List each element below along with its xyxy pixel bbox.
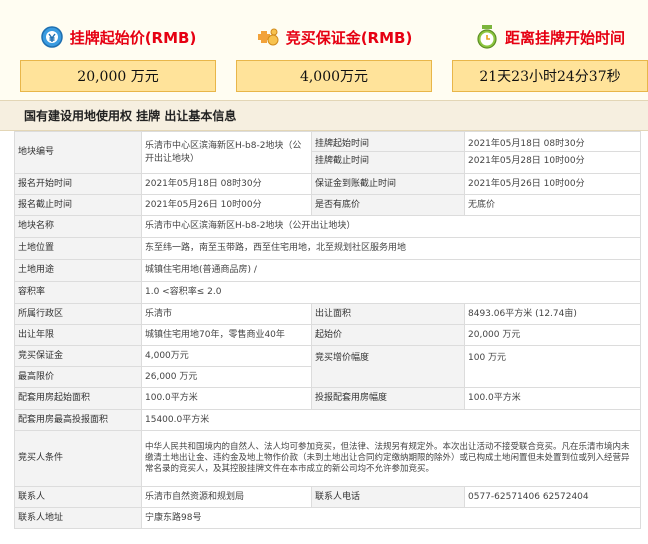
bid-deposit-key: 竞买保证金 xyxy=(14,345,142,367)
max-price-value: 26,000 万元 xyxy=(141,366,312,388)
land-name-key: 地块名称 xyxy=(14,215,142,238)
summary-panel: 挂牌起始价(RMB) 20,000 万元 竞买保证金(RMB) 4,000万元 xyxy=(0,0,648,100)
start-price-value: 20,000 万元 xyxy=(20,60,216,92)
section-title: 国有建设用地使用权 挂牌 出让基本信息 xyxy=(0,100,648,131)
far-value: 1.0 <容积率≤ 2.0 xyxy=(141,281,641,304)
table-row: 报名截止时间 2021年05月26日 10时00分 是否有底价 无底价 xyxy=(14,194,641,216)
table-row: 地块编号 乐清市中心区滨海新区H-b8-2地块（公开出让地块） 挂牌起始时间 挂… xyxy=(14,131,641,174)
deposit-header: 竞买保证金(RMB) xyxy=(236,24,432,50)
countdown-label: 距离挂牌开始时间 xyxy=(504,28,625,47)
start-price-label: 挂牌起始价(RMB) xyxy=(69,28,197,47)
location-key: 土地位置 xyxy=(14,237,142,260)
bidder-key: 竞买人条件 xyxy=(14,430,142,487)
address-value: 宁康东路98号 xyxy=(141,507,641,529)
deposit-label: 竞买保证金(RMB) xyxy=(285,28,413,47)
apply-end-key: 报名截止时间 xyxy=(14,194,142,216)
housing-start-key: 配套用房起始面积 xyxy=(14,387,142,410)
increment-key: 竞买增价幅度 xyxy=(311,345,465,388)
table-row: 竞买人条件 中华人民共和国境内的自然人、法人均可参加竞买，但法律、法规另有规定外… xyxy=(14,430,641,487)
district-value: 乐清市 xyxy=(141,303,312,325)
table-row: 联系人 乐清市自然资源和规划局 联系人电话 0577-62571406 6257… xyxy=(14,486,641,508)
max-price-key: 最高限价 xyxy=(14,366,142,388)
land-info-table: 地块编号 乐清市中心区滨海新区H-b8-2地块（公开出让地块） 挂牌起始时间 挂… xyxy=(14,131,641,529)
district-key: 所属行政区 xyxy=(14,303,142,325)
list-end-value: 2021年05月28日 10时00分 xyxy=(465,150,640,168)
usage-key: 土地用途 xyxy=(14,259,142,282)
housing-start-value: 100.0平方米 xyxy=(141,387,312,410)
location-value: 东至纬一路，南至玉带路，西至住宅用地，北至规划社区服务用地 xyxy=(141,237,641,260)
table-row: 出让年限 城镇住宅用地70年，零售商业40年 起始价 20,000 万元 xyxy=(14,324,641,346)
deposit-metric: 竞买保证金(RMB) 4,000万元 xyxy=(236,0,432,100)
table-row: 容积率 1.0 <容积率≤ 2.0 xyxy=(14,281,641,304)
list-start-value: 2021年05月18日 08时30分 xyxy=(468,138,585,149)
apply-start-key: 报名开始时间 xyxy=(14,173,142,195)
apply-end-value: 2021年05月26日 10时00分 xyxy=(141,194,312,216)
deposit-deadline-key: 保证金到账截止时间 xyxy=(311,173,465,195)
deposit-deadline-value: 2021年05月26日 10时00分 xyxy=(464,173,641,195)
area-value: 8493.06平方米 (12.74亩) xyxy=(464,303,641,325)
table-row: 联系人地址 宁康东路98号 xyxy=(14,507,641,529)
countdown-metric: 距离挂牌开始时间 21天23小时24分37秒 xyxy=(452,0,648,100)
increment-value: 100 万元 xyxy=(464,345,641,388)
table-row: 配套用房最高投报面积 15400.0平方米 xyxy=(14,409,641,431)
countdown-header: 距离挂牌开始时间 xyxy=(452,24,648,50)
table-row: 报名开始时间 2021年05月18日 08时30分 保证金到账截止时间 2021… xyxy=(14,173,641,195)
apply-start-value: 2021年05月18日 08时30分 xyxy=(141,173,312,195)
start-price-metric: 挂牌起始价(RMB) 20,000 万元 xyxy=(20,0,216,100)
table-row: 配套用房起始面积 100.0平方米 投报配套用房幅度 100.0平方米 xyxy=(14,387,641,410)
table-row: 所属行政区 乐清市 出让面积 8493.06平方米 (12.74亩) xyxy=(14,303,641,325)
list-start-key: 挂牌起始时间 xyxy=(315,138,370,149)
reserve-value: 无底价 xyxy=(464,194,641,216)
start-price-key: 起始价 xyxy=(311,324,465,346)
land-name-value: 乐清市中心区滨海新区H-b8-2地块（公开出让地块） xyxy=(141,215,641,238)
bid-deposit-value: 4,000万元 xyxy=(141,345,312,367)
housing-bid-value: 100.0平方米 xyxy=(464,387,641,410)
reserve-key: 是否有底价 xyxy=(311,194,465,216)
address-key: 联系人地址 xyxy=(14,507,142,529)
land-no-value: 乐清市中心区滨海新区H-b8-2地块（公开出让地块） xyxy=(141,131,312,174)
usage-value: 城镇住宅用地(普通商品房) / xyxy=(141,259,641,282)
table-row: 土地用途 城镇住宅用地(普通商品房) / xyxy=(14,259,641,282)
contact-value: 乐清市自然资源和规划局 xyxy=(141,486,312,508)
bidder-value: 中华人民共和国境内的自然人、法人均可参加竞买，但法律、法规另有规定外。本次出让活… xyxy=(141,430,641,487)
deposit-value: 4,000万元 xyxy=(236,60,432,92)
countdown-value: 21天23小时24分37秒 xyxy=(452,60,648,92)
table-row: 地块名称 乐清市中心区滨海新区H-b8-2地块（公开出让地块） xyxy=(14,215,641,238)
contact-key: 联系人 xyxy=(14,486,142,508)
price-icon xyxy=(40,25,64,49)
far-key: 容积率 xyxy=(14,281,142,304)
housing-max-key: 配套用房最高投报面积 xyxy=(14,409,142,431)
land-no-key: 地块编号 xyxy=(14,131,142,174)
list-time-keys: 挂牌起始时间 挂牌截止时间 xyxy=(311,131,465,174)
start-price-header: 挂牌起始价(RMB) xyxy=(20,24,216,50)
start-price-cell: 20,000 万元 xyxy=(464,324,641,346)
phone-key: 联系人电话 xyxy=(311,486,465,508)
table-row: 土地位置 东至纬一路，南至玉带路，西至住宅用地，北至规划社区服务用地 xyxy=(14,237,641,260)
table-row: 竞买保证金 4,000万元 竞买增价幅度 100 万元 xyxy=(14,345,641,388)
phone-value: 0577-62571406 62572404 xyxy=(464,486,641,508)
list-time-values: 2021年05月18日 08时30分 2021年05月28日 10时00分 xyxy=(464,131,641,174)
term-key: 出让年限 xyxy=(14,324,142,346)
clock-icon xyxy=(475,25,499,49)
area-key: 出让面积 xyxy=(311,303,465,325)
housing-max-value: 15400.0平方米 xyxy=(141,409,641,431)
list-end-key: 挂牌截止时间 xyxy=(312,150,464,168)
deposit-icon xyxy=(256,25,280,49)
housing-bid-key: 投报配套用房幅度 xyxy=(311,387,465,410)
term-value: 城镇住宅用地70年，零售商业40年 xyxy=(141,324,312,346)
